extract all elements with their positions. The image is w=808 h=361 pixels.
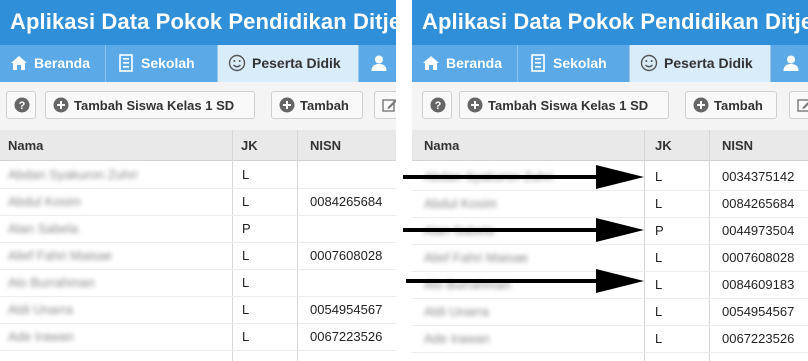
arrow-row-1 xyxy=(403,165,644,189)
arrow-row-3 xyxy=(403,218,644,242)
annotation-arrows xyxy=(403,165,644,293)
arrow-row-5 xyxy=(406,269,644,293)
